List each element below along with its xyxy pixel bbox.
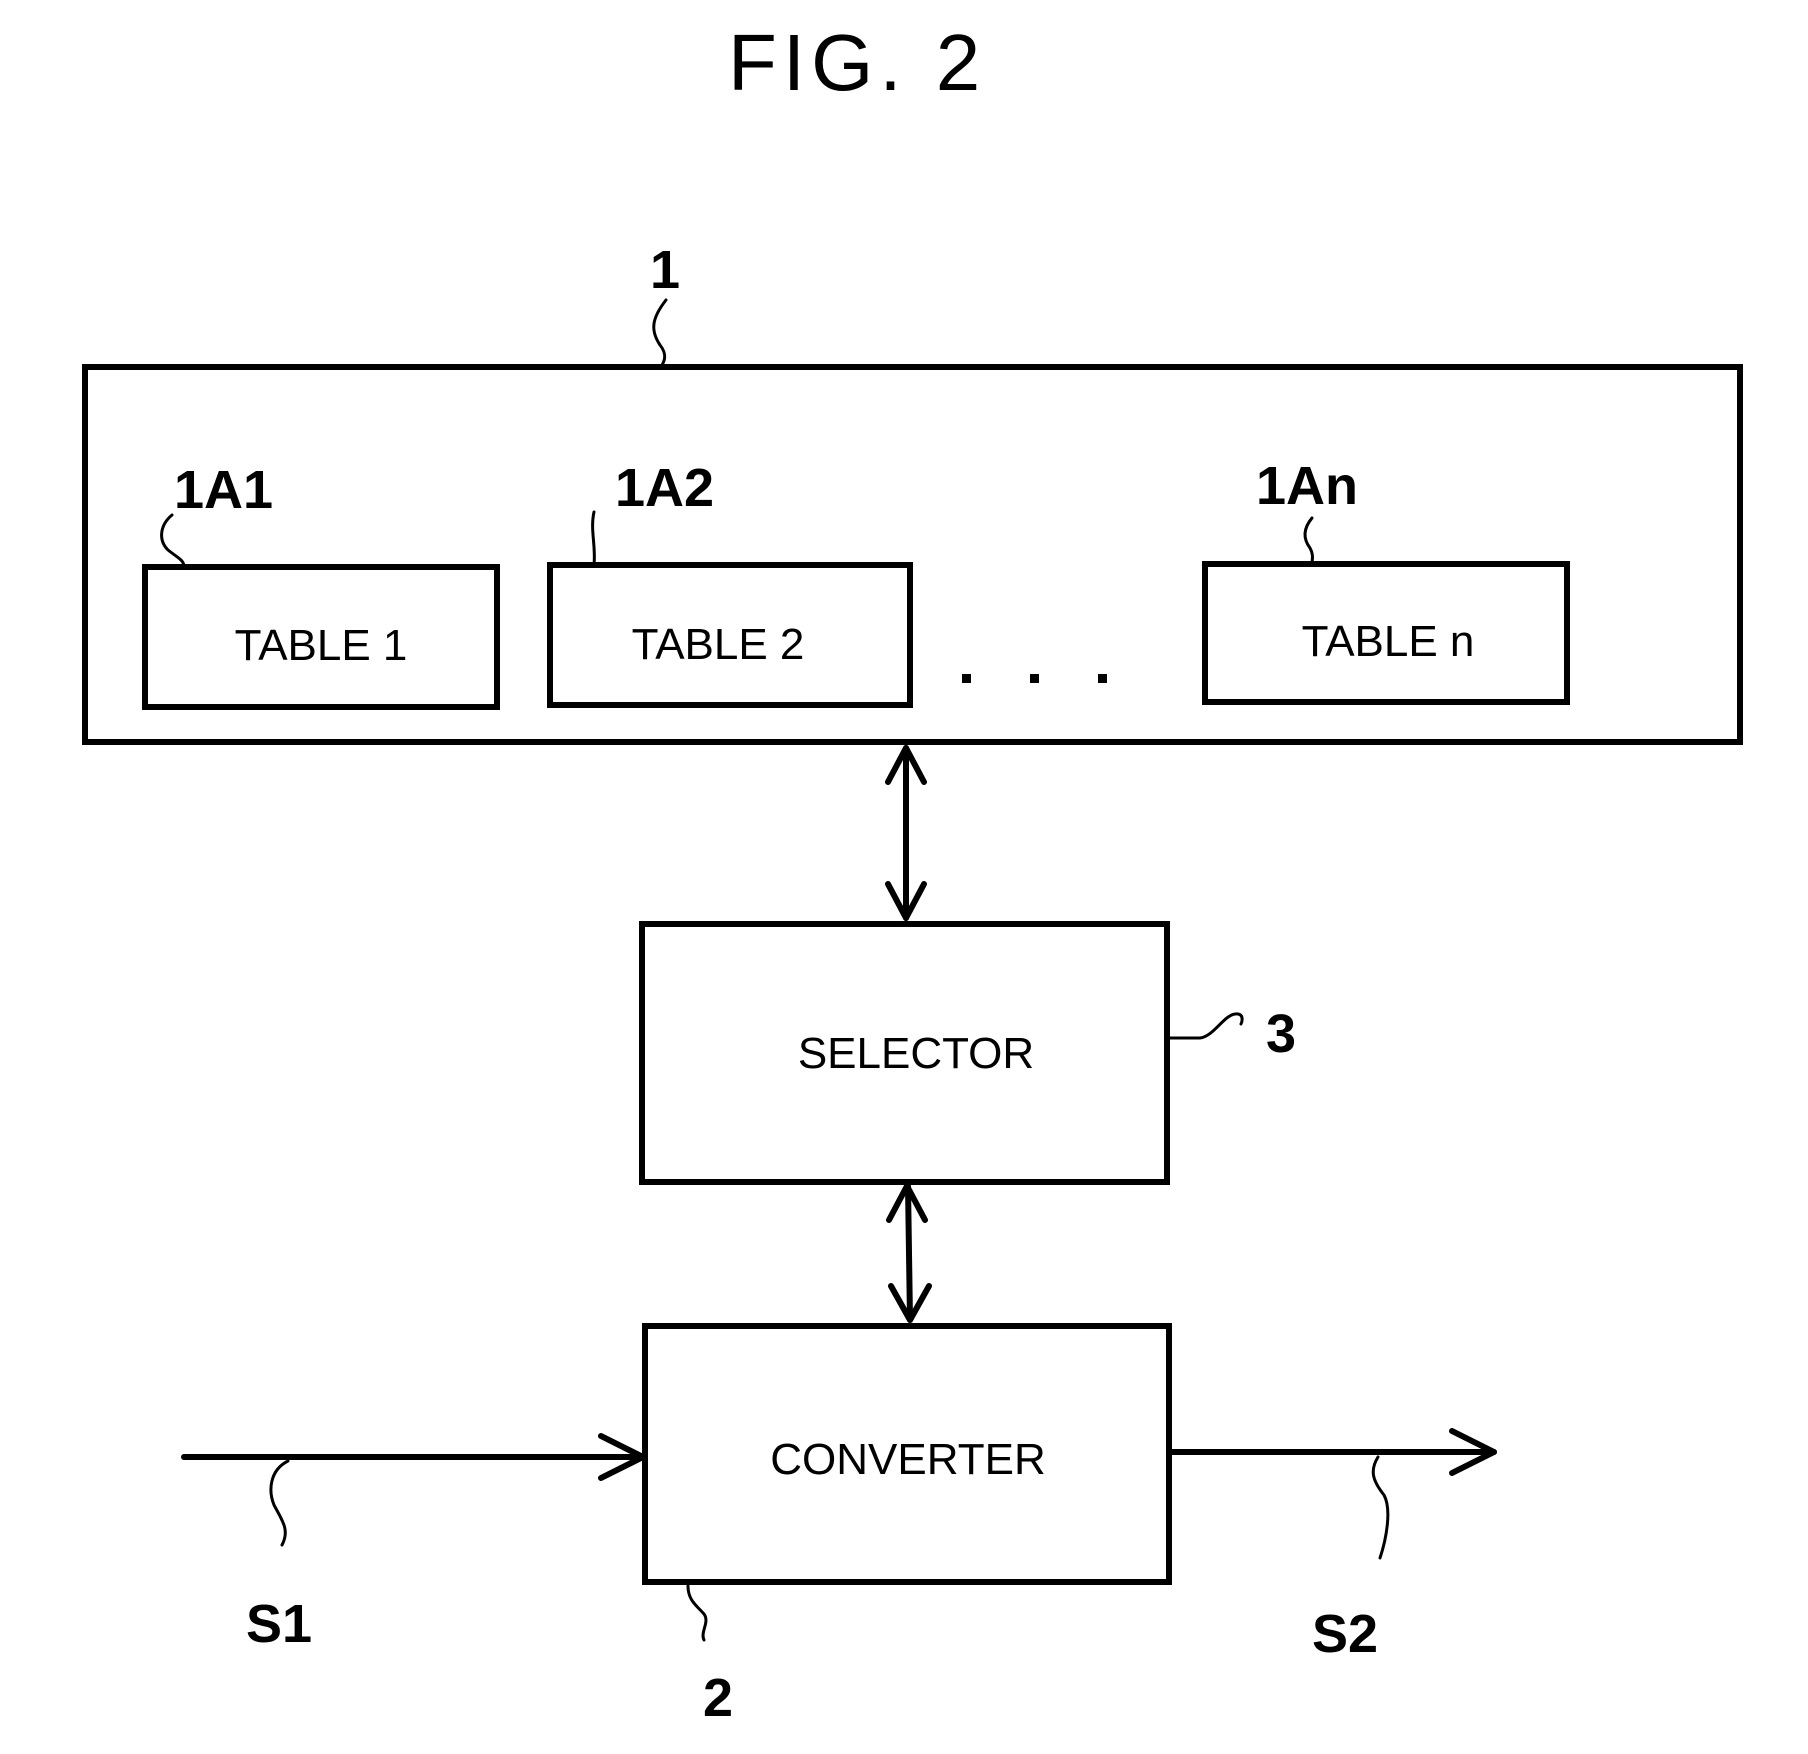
input-signal: S1 [181,1433,646,1654]
table-store-leader [652,298,668,369]
converter-leader [686,1584,708,1642]
table-n-ref: 1An [1256,456,1358,516]
table-2-leader [591,510,596,567]
output-signal: S2 [1166,1428,1497,1664]
table-1-label: TABLE 1 [235,621,408,670]
table-1-ref: 1A1 [174,460,273,520]
converter-label: CONVERTER [770,1435,1045,1484]
ellipsis-dot [962,674,971,683]
ellipsis-dot [1098,674,1107,683]
selector-leader [1165,1012,1244,1040]
input-signal-leader [269,1459,290,1547]
converter-ref: 2 [703,1668,733,1728]
input-signal-label: S1 [246,1594,312,1654]
table-2-label: TABLE 2 [632,620,805,669]
selector-converter-line [905,1183,913,1323]
block-diagram: FIG. 2 1 TABLE 1 1A1 TABLE 2 1A2 TABLE n… [82,18,1743,1728]
output-signal-label: S2 [1312,1604,1378,1664]
selector-label: SELECTOR [798,1029,1034,1078]
table-store-ref: 1 [650,240,680,300]
converter-block: CONVERTER 2 [642,1323,1172,1728]
table-2-ref: 1A2 [615,458,714,518]
selector-converter-arrow [886,1183,932,1323]
store-selector-arrow [885,745,927,921]
output-signal-leader [1371,1455,1390,1560]
selector-ref: 3 [1266,1004,1296,1064]
figure-title: FIG. 2 [728,18,986,107]
selector-block: SELECTOR 3 [639,921,1296,1185]
table-n-label: TABLE n [1302,617,1475,666]
ellipsis-dot [1030,674,1039,683]
